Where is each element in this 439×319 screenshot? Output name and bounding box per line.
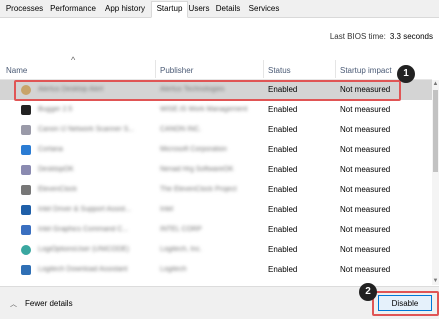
- app-icon: [21, 165, 31, 175]
- row-impact: Not measured: [340, 205, 391, 214]
- row-publisher: Alertus Technologies: [160, 86, 225, 93]
- row-name: Intel Graphics Command C...: [38, 226, 129, 233]
- app-icon: [21, 225, 31, 235]
- bios-time-label: Last BIOS time:: [329, 32, 386, 41]
- row-status: Enabled: [268, 145, 298, 154]
- tab-performance[interactable]: Performance: [47, 2, 99, 16]
- row-status: Enabled: [268, 245, 298, 254]
- row-status: Enabled: [268, 125, 298, 134]
- fewer-details-link[interactable]: ︿ Fewer details: [10, 299, 73, 309]
- step-badge: 1: [397, 65, 415, 83]
- vertical-scrollbar[interactable]: ▲ ▼: [432, 80, 439, 285]
- app-icon: [21, 185, 31, 195]
- table-row[interactable]: Cortana Microsoft Corporation Enabled No…: [0, 140, 432, 160]
- row-impact: Not measured: [340, 145, 391, 154]
- app-icon: [21, 205, 31, 215]
- row-name: Canon IJ Network Scanner S...: [38, 126, 135, 133]
- table-row[interactable]: Logitech Download Assistant Logitech Ena…: [0, 260, 432, 280]
- tab-app-history[interactable]: App history: [100, 2, 150, 16]
- table-row[interactable]: Bugger 2.5 WISE.IS Work Management Enabl…: [0, 100, 432, 120]
- row-publisher: Nenad Hrg SoftwareOK: [160, 166, 234, 173]
- column-divider[interactable]: [155, 60, 156, 78]
- row-name: Cortana: [38, 146, 63, 153]
- app-icon: [21, 245, 31, 255]
- row-impact: Not measured: [340, 245, 391, 254]
- row-status: Enabled: [268, 105, 298, 114]
- table-row[interactable]: Canon IJ Network Scanner S... CANON INC.…: [0, 120, 432, 140]
- row-status: Enabled: [268, 225, 298, 234]
- app-icon: [21, 145, 31, 155]
- row-impact: Not measured: [340, 125, 391, 134]
- row-name: LogiOptionsUser (UNICODE): [38, 246, 130, 253]
- column-divider[interactable]: [335, 60, 336, 78]
- row-status: Enabled: [268, 165, 298, 174]
- column-header-startup-impact[interactable]: Startup impact: [340, 66, 392, 78]
- row-impact: Not measured: [340, 225, 391, 234]
- row-name: Bugger 2.5: [38, 106, 73, 113]
- app-icon: [21, 85, 31, 95]
- row-impact: Not measured: [340, 185, 391, 194]
- row-status: Enabled: [268, 185, 298, 194]
- app-icon: [21, 105, 31, 115]
- tab-services[interactable]: Services: [245, 2, 283, 16]
- row-name: Alertus Desktop Alert: [38, 86, 104, 93]
- row-name: Logitech Download Assistant: [38, 266, 128, 273]
- row-impact: Not measured: [340, 165, 391, 174]
- table-row[interactable]: LogiOptionsUser (UNICODE) Logitech, Inc.…: [0, 240, 432, 260]
- row-publisher: Microsoft Corporation: [160, 146, 227, 153]
- row-publisher: WISE.IS Work Management: [160, 106, 248, 113]
- app-icon: [21, 125, 31, 135]
- row-publisher: Logitech: [160, 266, 187, 273]
- row-publisher: INTEL CORP: [160, 226, 202, 233]
- tab-users[interactable]: Users: [187, 2, 211, 16]
- app-icon: [21, 265, 31, 275]
- chevron-up-icon: ︿: [10, 301, 17, 308]
- tab-bar: Processes Performance App history Startu…: [0, 0, 439, 18]
- table-row[interactable]: Alertus Desktop Alert Alertus Technologi…: [0, 80, 432, 100]
- disable-button[interactable]: Disable: [378, 295, 432, 311]
- column-header-publisher[interactable]: Publisher: [160, 66, 193, 78]
- scroll-up-icon[interactable]: ▲: [432, 80, 439, 88]
- step-badge: 2: [359, 283, 377, 301]
- row-publisher: Logitech, Inc.: [160, 246, 202, 253]
- sort-up-icon: ^: [71, 55, 76, 65]
- row-publisher: The ElevenClock Project: [160, 186, 237, 193]
- bios-time: Last BIOS time: 3.3 seconds: [330, 32, 433, 41]
- row-name: DesktopOK: [38, 166, 74, 173]
- column-header-status[interactable]: Status: [268, 66, 291, 78]
- table-row[interactable]: Intel Driver & Support Assist... Intel E…: [0, 200, 432, 220]
- scrollbar-thumb[interactable]: [433, 90, 438, 172]
- row-name: ElevenClock: [38, 186, 77, 193]
- row-status: Enabled: [268, 265, 298, 274]
- column-header-name[interactable]: Name: [6, 66, 27, 78]
- table-row[interactable]: ElevenClock The ElevenClock Project Enab…: [0, 180, 432, 200]
- row-publisher: CANON INC.: [160, 126, 202, 133]
- row-publisher: Intel: [160, 206, 174, 213]
- row-impact: Not measured: [340, 265, 391, 274]
- row-impact: Not measured: [340, 85, 391, 94]
- table-row[interactable]: Intel Graphics Command C... INTEL CORP E…: [0, 220, 432, 240]
- row-status: Enabled: [268, 205, 298, 214]
- row-status: Enabled: [268, 85, 298, 94]
- tab-startup[interactable]: Startup: [151, 1, 188, 18]
- scroll-down-icon[interactable]: ▼: [432, 277, 439, 285]
- fewer-details-label: Fewer details: [25, 299, 73, 308]
- row-name: Intel Driver & Support Assist...: [38, 206, 131, 213]
- row-impact: Not measured: [340, 105, 391, 114]
- tab-processes[interactable]: Processes: [3, 2, 46, 16]
- column-divider[interactable]: [263, 60, 264, 78]
- table-row[interactable]: DesktopOK Nenad Hrg SoftwareOK Enabled N…: [0, 160, 432, 180]
- bios-time-value: 3.3 seconds: [389, 32, 433, 41]
- tab-details[interactable]: Details: [212, 2, 244, 16]
